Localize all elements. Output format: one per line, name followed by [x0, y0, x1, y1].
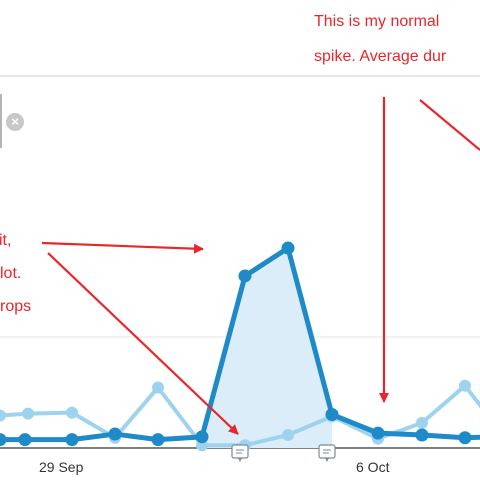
x-tick-label: 29 Sep: [39, 459, 84, 475]
comment-marker-icon[interactable]: [231, 444, 249, 462]
series-dark-point[interactable]: [108, 427, 122, 441]
series-dark-point[interactable]: [65, 433, 79, 447]
comment-marker-icon[interactable]: [318, 444, 336, 462]
annotation-text: This is my normal: [314, 13, 440, 30]
series-light-point[interactable]: [416, 416, 428, 429]
series-dark-point[interactable]: [281, 241, 295, 255]
series-light-point[interactable]: [0, 409, 6, 422]
series-light-point[interactable]: [66, 406, 78, 419]
series-dark-point[interactable]: [238, 269, 252, 283]
annotation-text: spike. Average dur: [314, 48, 447, 65]
close-icon[interactable]: ×: [6, 113, 24, 131]
annotation-text: rops: [0, 298, 32, 315]
series-light-point[interactable]: [459, 379, 471, 392]
series-dark-point[interactable]: [325, 408, 339, 422]
series-dark-point[interactable]: [371, 426, 385, 440]
arrow-top-right: [419, 99, 480, 151]
series-light-point[interactable]: [152, 381, 164, 394]
series-dark-point[interactable]: [195, 430, 209, 444]
series-dark-point[interactable]: [18, 433, 32, 447]
series-dark-point[interactable]: [151, 433, 165, 447]
annotation-text: lot.: [0, 265, 22, 282]
series-light-point[interactable]: [22, 407, 34, 420]
series-light-point[interactable]: [282, 428, 294, 441]
x-tick-label: 6 Oct: [356, 459, 390, 475]
chart-screenshot: [0, 75, 480, 462]
series-dark-point[interactable]: [0, 433, 7, 447]
annotation-text: it,: [0, 232, 12, 249]
arrow-left-to-spike: [41, 241, 204, 254]
series-dark-point[interactable]: [415, 428, 429, 442]
series-dark-point[interactable]: [458, 431, 472, 445]
